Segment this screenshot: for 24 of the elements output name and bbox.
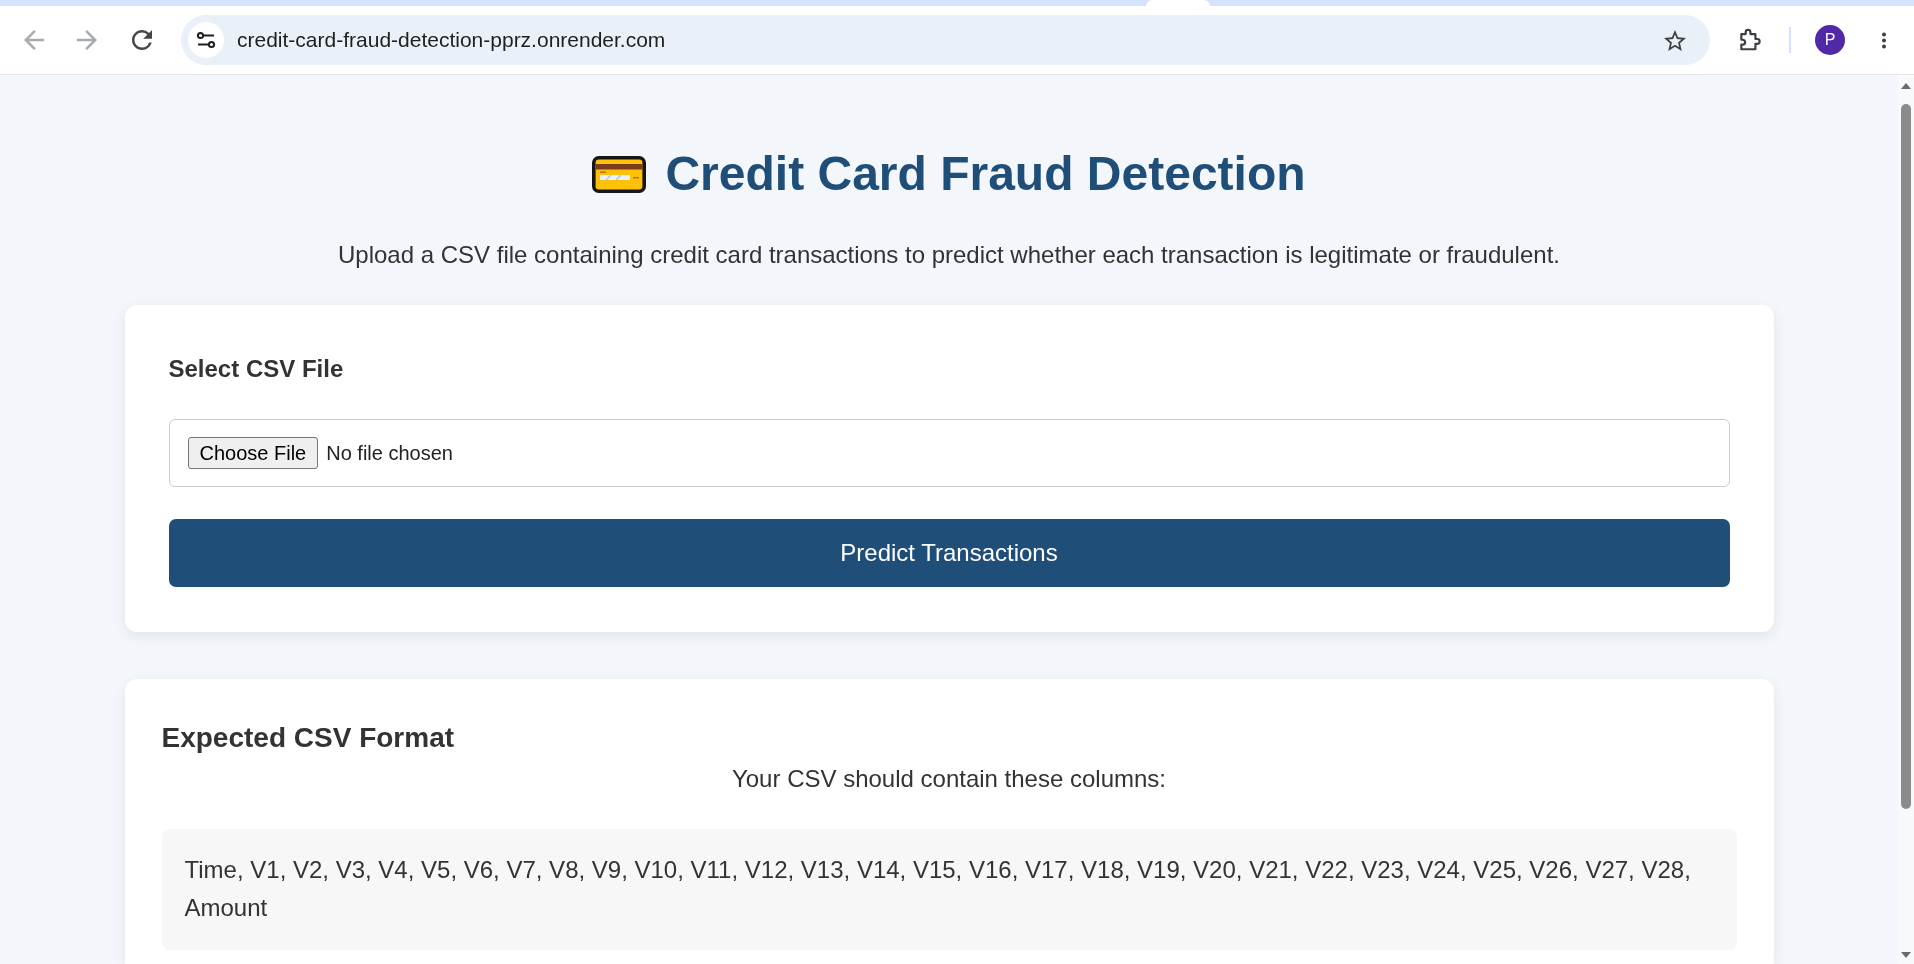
scroll-up-icon[interactable]	[1901, 83, 1911, 89]
file-field-label: Select CSV File	[168, 355, 345, 383]
right-arrow-icon	[77, 30, 97, 50]
scrollbar-track[interactable]	[1898, 75, 1914, 964]
reload-icon	[132, 30, 152, 50]
scrollbar-thumb[interactable]	[1901, 104, 1911, 809]
address-bar[interactable]: credit-card-fraud-detection-pprz.onrender.com	[181, 15, 1710, 65]
vertical-dots-icon	[1882, 31, 1886, 49]
file-input-field[interactable]: Choose File No file chosen	[168, 419, 1730, 487]
predict-button[interactable]: Predict Transactions	[168, 519, 1730, 587]
puzzle-piece-icon	[1737, 27, 1763, 53]
scroll-down-icon[interactable]	[1901, 952, 1911, 958]
column-names-block: Time, V1, V2, V3, V4, V5, V6, V7, V8, V9, V10, V11, V12, V13, V14, V15, V16, V17, V18, V19, V20, V21, V22, V23, V24, V25, V26, V27, V28, Amount	[161, 829, 1737, 950]
profile-button[interactable]: P	[1815, 25, 1845, 55]
left-arrow-icon	[24, 30, 44, 50]
credit-card-icon	[592, 155, 647, 193]
sliders-icon[interactable]	[188, 22, 224, 58]
page-description: Upload a CSV file containing credit card transactions to predict whether each transaction is legitimate or fraudulent.	[337, 241, 1561, 269]
page-title: Credit Card Fraud Detection	[665, 146, 1306, 202]
url-text: credit-card-fraud-detection-pprz.onrender.com	[237, 28, 666, 52]
file-status-text: No file chosen	[326, 441, 453, 465]
section-heading: Expected CSV Format	[161, 722, 456, 754]
choose-file-button[interactable]: Choose File	[187, 437, 319, 469]
format-intro-text: Your CSV should contain these columns:	[730, 765, 1167, 793]
